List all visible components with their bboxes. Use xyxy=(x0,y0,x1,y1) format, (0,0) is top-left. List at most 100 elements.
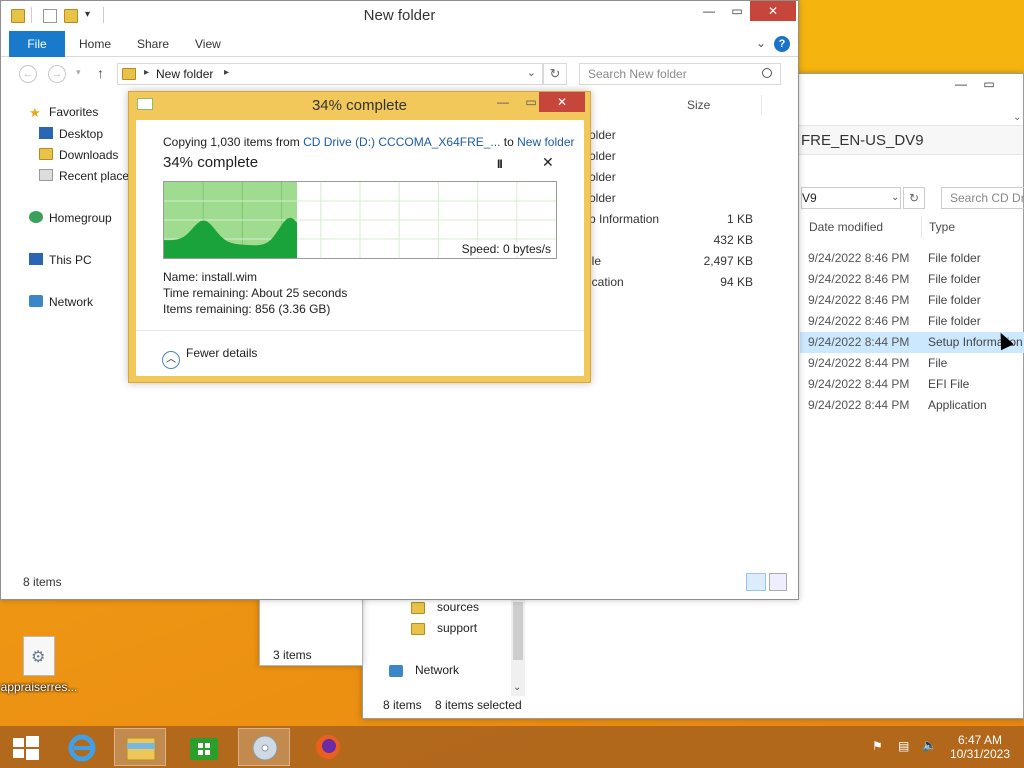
cd-file-row[interactable]: 9/24/2022 8:44 PM File xyxy=(800,353,1024,374)
taskbar-internet-explorer[interactable] xyxy=(56,728,108,766)
tab-share[interactable]: Share xyxy=(137,31,169,57)
main-titlebar[interactable]: ▾ New folder — ▭ ✕ xyxy=(1,1,798,31)
nav-item-desktop[interactable]: Desktop xyxy=(39,127,103,141)
cd-col-divider xyxy=(921,216,922,238)
ribbon-tabs: File Home Share View ⌄ ? xyxy=(1,31,798,57)
col-divider xyxy=(761,95,762,115)
cd-file-row[interactable]: 9/24/2022 8:46 PM File folder xyxy=(800,311,1024,332)
desktop-file-icon[interactable]: ⚙ appraiserres... xyxy=(0,634,78,694)
taskbar-firefox[interactable] xyxy=(302,728,354,766)
nav-item-network[interactable]: Network xyxy=(29,295,93,309)
items-remaining: Items remaining: 856 (3.36 GB) xyxy=(163,302,331,316)
nav-item-thispc[interactable]: This PC xyxy=(29,253,92,267)
firefox-icon xyxy=(316,735,340,759)
file-row-type[interactable]: ication xyxy=(589,275,624,289)
taskbar-file-explorer[interactable] xyxy=(114,728,166,766)
source-link[interactable]: CD Drive (D:) CCCOMA_X64FRE_... xyxy=(303,135,500,149)
search-placeholder: Search New folder xyxy=(588,67,687,81)
cd-ribbon-chevron-icon[interactable]: ⌄ xyxy=(1013,112,1021,123)
cd-file-row[interactable]: 9/24/2022 8:46 PM File folder xyxy=(800,290,1024,311)
nav-item-downloads[interactable]: Downloads xyxy=(39,148,118,162)
fewer-details-label: Fewer details xyxy=(186,346,258,360)
cd-address-dropdown-icon[interactable]: ⌄ xyxy=(891,192,899,203)
taskbar-copy-dialog[interactable] xyxy=(238,728,290,766)
maximize-button[interactable]: ▭ xyxy=(723,1,751,21)
nav-item-homegroup[interactable]: Homegroup xyxy=(29,211,112,225)
speed-label: Speed: 0 bytes/s xyxy=(461,242,551,256)
cd-status-selected: 8 items selected xyxy=(435,698,522,712)
up-button[interactable]: ↑ xyxy=(97,65,104,81)
cd-col-date-header[interactable]: Date modified xyxy=(809,220,883,234)
close-button[interactable]: ✕ xyxy=(750,1,796,21)
network-status-icon[interactable]: ▤ xyxy=(898,739,909,768)
settings-file-icon: ⚙ xyxy=(23,636,55,676)
chevron-up-icon: ︿ xyxy=(162,351,180,369)
cd-search-input[interactable]: Search CD Drive xyxy=(941,187,1024,209)
cancel-button[interactable]: ✕ xyxy=(542,154,554,171)
network-icon xyxy=(29,295,43,307)
back-button[interactable]: ← xyxy=(19,65,37,83)
large-icons-view-icon[interactable] xyxy=(769,573,787,591)
cd-nav-scrollthumb[interactable] xyxy=(513,602,523,660)
cd-scroll-down-icon[interactable]: ⌄ xyxy=(513,682,521,693)
minimize-button[interactable]: — xyxy=(695,1,723,21)
expand-ribbon-icon[interactable]: ⌄ xyxy=(756,36,766,50)
fewer-details-button[interactable]: ︿ Fewer details xyxy=(162,346,257,369)
forward-button[interactable]: → xyxy=(48,65,66,83)
file-row-type[interactable]: older xyxy=(589,149,616,163)
cd-address-bar[interactable]: V9 xyxy=(801,187,901,209)
details-view-icon[interactable] xyxy=(746,573,766,591)
tab-file[interactable]: File xyxy=(9,31,65,57)
cd-file-list: 9/24/2022 8:46 PM File folder 9/24/2022 8… xyxy=(800,248,1024,416)
file-row-type[interactable]: p Information xyxy=(589,212,659,226)
small-explorer-window[interactable]: 3 items xyxy=(259,598,363,666)
network-icon xyxy=(389,664,403,677)
taskbar-store[interactable] xyxy=(178,728,230,766)
cd-file-row[interactable]: 9/24/2022 8:46 PM File folder xyxy=(800,269,1024,290)
refresh-button[interactable]: ↻ xyxy=(543,63,567,85)
file-explorer-icon xyxy=(126,737,156,761)
window-title: New folder xyxy=(363,7,436,24)
cd-maximize-button[interactable]: ▭ xyxy=(975,74,1003,94)
copy-summary-prefix: Copying 1,030 items from xyxy=(163,135,304,149)
col-size-header[interactable]: Size xyxy=(687,98,710,112)
cd-file-row[interactable]: 9/24/2022 8:46 PM File folder xyxy=(800,248,1024,269)
dialog-close-button[interactable]: ✕ xyxy=(539,92,585,112)
cd-refresh-button[interactable]: ↻ xyxy=(903,187,925,209)
cd-status-count: 8 items xyxy=(383,698,422,712)
recent-locations-icon[interactable]: ▾ xyxy=(76,67,81,78)
breadcrumb-arrow-icon[interactable]: ▸ xyxy=(224,67,229,78)
breadcrumb-arrow-icon[interactable]: ▸ xyxy=(144,67,149,78)
cd-file-row-selected[interactable]: 9/24/2022 8:44 PM Setup Information xyxy=(800,332,1024,353)
tab-view[interactable]: View xyxy=(195,31,221,57)
dialog-minimize-button[interactable]: — xyxy=(489,92,517,112)
nav-item-favorites[interactable]: ★ Favorites xyxy=(29,105,98,120)
flag-icon[interactable]: ⚑ xyxy=(872,739,883,768)
search-input[interactable]: Search New folder xyxy=(579,63,781,85)
clock-time: 6:47 AM xyxy=(957,733,1002,747)
address-bar[interactable]: ▸ New folder ▸ ⌄ xyxy=(117,63,543,85)
cd-row-type: File xyxy=(928,356,948,370)
clock[interactable]: 6:47 AM 10/31/2023 xyxy=(950,733,1010,761)
destination-link[interactable]: New folder xyxy=(517,135,574,149)
cd-file-row[interactable]: 9/24/2022 8:44 PM EFI File xyxy=(800,374,1024,395)
volume-muted-icon[interactable]: 🔈 xyxy=(922,738,937,768)
cd-file-row[interactable]: 9/24/2022 8:44 PM Application xyxy=(800,395,1024,416)
cd-row-type: File folder xyxy=(928,293,981,307)
internet-explorer-icon xyxy=(68,734,96,762)
pause-button[interactable]: II xyxy=(497,157,503,171)
file-row-type[interactable]: older xyxy=(589,128,616,142)
nav-item-recent[interactable]: Recent places xyxy=(39,169,135,183)
copy-progress-dialog[interactable]: 34% complete — ▭ ✕ Copying 1,030 items f… xyxy=(128,91,591,383)
progress-heading: 34% complete xyxy=(163,154,259,171)
help-icon[interactable]: ? xyxy=(774,36,790,52)
file-row-type[interactable]: older xyxy=(589,191,616,205)
start-button[interactable] xyxy=(0,728,52,766)
search-icon xyxy=(762,68,772,78)
cd-col-type-header[interactable]: Type xyxy=(929,220,955,234)
breadcrumb-current[interactable]: New folder xyxy=(156,67,213,81)
file-row-type[interactable]: older xyxy=(589,170,616,184)
address-dropdown-icon[interactable]: ⌄ xyxy=(527,66,536,79)
cd-minimize-button[interactable]: — xyxy=(947,74,975,94)
tab-home[interactable]: Home xyxy=(79,31,111,57)
